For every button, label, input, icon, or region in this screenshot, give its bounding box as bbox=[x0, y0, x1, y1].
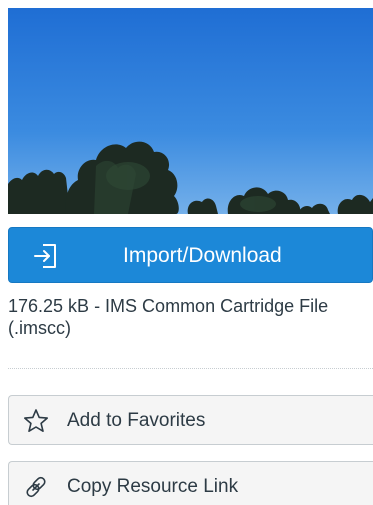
divider bbox=[8, 368, 373, 369]
copy-resource-link-label: Copy Resource Link bbox=[67, 476, 239, 497]
import-download-label: Import/Download bbox=[123, 244, 282, 267]
resource-panel: Import/Download 176.25 kB - IMS Common C… bbox=[0, 0, 373, 505]
link-icon bbox=[26, 476, 46, 498]
file-info: 176.25 kB - IMS Common Cartridge File (.… bbox=[8, 296, 329, 338]
star-icon bbox=[24, 409, 48, 432]
add-to-favorites-label: Add to Favorites bbox=[67, 410, 206, 431]
add-to-favorites-button[interactable]: Add to Favorites bbox=[8, 395, 373, 445]
resource-thumbnail bbox=[8, 8, 373, 214]
copy-resource-link-button[interactable]: Copy Resource Link bbox=[8, 461, 373, 505]
import-icon bbox=[34, 244, 56, 268]
import-download-button[interactable]: Import/Download bbox=[8, 227, 373, 283]
